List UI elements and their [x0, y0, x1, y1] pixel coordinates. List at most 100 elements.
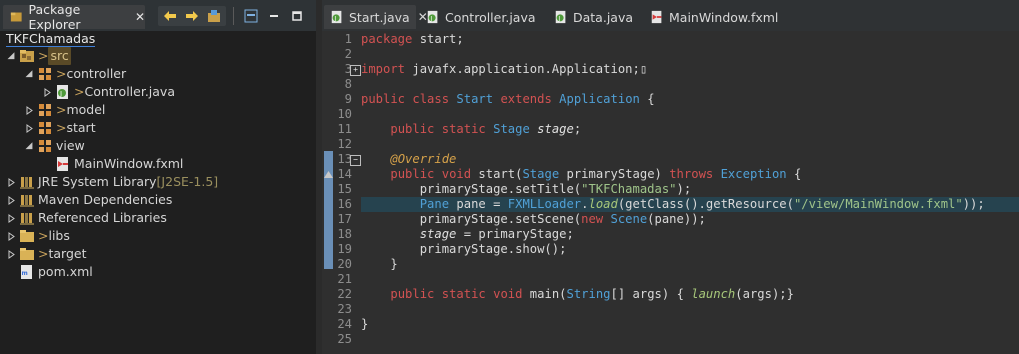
toolbar-separator: [233, 7, 234, 25]
code-line: }: [361, 257, 397, 272]
package-icon: [37, 66, 53, 82]
expand-closed-icon[interactable]: [5, 209, 17, 227]
line-number: 2: [344, 47, 352, 61]
tree-item-label: model: [66, 102, 106, 117]
editor-tab[interactable]: J Start.java ✕: [324, 5, 428, 29]
back-button[interactable]: [160, 6, 180, 26]
editor-tabbar: J Start.java ✕ J Controller.java J Data.java Ma…: [322, 0, 1019, 31]
tree-item[interactable]: ◢ view: [0, 137, 316, 155]
editor-tab[interactable]: J Data.java: [548, 5, 633, 29]
source-folder-icon: [19, 48, 35, 64]
package-icon: [37, 138, 53, 154]
fold-expand-icon[interactable]: +: [350, 65, 361, 76]
collapse-all-icon: [244, 9, 258, 23]
tree-item[interactable]: J > Controller.java: [0, 83, 316, 101]
expand-open-icon[interactable]: ◢: [5, 47, 17, 65]
code-token: primaryStage.setTitle(: [361, 182, 582, 196]
git-dirty-decoration: >: [38, 48, 49, 63]
close-icon[interactable]: ✕: [135, 10, 145, 24]
forward-icon: [186, 11, 198, 21]
line-number: 15: [337, 182, 352, 196]
code-text-area[interactable]: package start; + import javafx.application…: [350, 31, 1019, 354]
line-number: 20: [337, 257, 352, 271]
expand-closed-icon[interactable]: [5, 227, 17, 245]
code-token: Scene: [610, 212, 648, 226]
package-explorer-icon: [10, 12, 22, 22]
code-token: main(: [522, 287, 567, 301]
editor-tab-label: MainWindow.fxml: [669, 9, 779, 25]
line-number: 14: [337, 167, 352, 181]
java-file-icon: J: [55, 84, 71, 100]
code-token: String: [566, 287, 611, 301]
tree-item[interactable]: Referenced Libraries: [0, 209, 316, 227]
code-line: public static void main(String[] args) {…: [361, 287, 794, 302]
line-number: 17: [337, 212, 352, 226]
project-node[interactable]: TKFChamadas: [0, 31, 316, 47]
folder-icon: [19, 246, 35, 262]
tree-item[interactable]: > libs: [0, 227, 316, 245]
git-dirty-decoration: >: [56, 66, 67, 81]
tree-item[interactable]: JRE System Library [J2SE-1.5]: [0, 173, 316, 191]
tree-item-label: src: [48, 47, 71, 65]
maximize-icon: [292, 11, 302, 21]
code-token: javafx.application.Application;: [405, 62, 640, 76]
expand-closed-icon[interactable]: [5, 191, 17, 209]
tab-package-explorer[interactable]: Package Explorer ✕: [3, 2, 145, 32]
code-token: void: [441, 167, 472, 181]
expand-open-icon[interactable]: ◢: [23, 137, 35, 155]
code-token: Exception: [720, 167, 787, 181]
tree-item[interactable]: ◢ > controller: [0, 65, 316, 83]
expand-closed-icon[interactable]: [23, 101, 35, 119]
minimize-button[interactable]: [264, 6, 284, 26]
tree-item-label: target: [48, 246, 87, 261]
code-token: Application: [559, 92, 640, 106]
tree-item[interactable]: > model: [0, 101, 316, 119]
code-token: [] args) {: [610, 287, 692, 301]
svg-text:J: J: [59, 90, 62, 98]
java-file-icon: J: [330, 10, 344, 24]
line-number: 18: [337, 227, 352, 241]
editor-tab[interactable]: J Controller.java: [420, 5, 536, 29]
line-number: 16: [337, 197, 352, 211]
tree-item-label: view: [56, 138, 85, 153]
expand-closed-icon[interactable]: [41, 83, 53, 101]
expand-closed-icon[interactable]: [5, 245, 17, 263]
line-number: 3: [344, 62, 352, 76]
code-token: @Override: [390, 152, 457, 166]
expand-open-icon[interactable]: ◢: [23, 65, 35, 83]
package-explorer-panel: Package Explorer ✕ TKFChamadas ◢ > src ◢…: [0, 0, 316, 354]
tree-item[interactable]: > start: [0, 119, 316, 137]
link-with-editor-button[interactable]: [204, 6, 224, 26]
tree-item[interactable]: Maven Dependencies: [0, 191, 316, 209]
code-line: package start;: [361, 32, 464, 47]
forward-button[interactable]: [182, 6, 202, 26]
code-token: start;: [412, 32, 464, 46]
tree-item[interactable]: m pom.xml: [0, 263, 316, 281]
svg-text:m: m: [22, 270, 28, 277]
code-token: primaryStage): [559, 167, 670, 181]
tree-item[interactable]: > target: [0, 245, 316, 263]
code-token: static: [441, 287, 486, 301]
code-token: (args);}: [735, 287, 794, 301]
fold-collapse-icon[interactable]: −: [350, 155, 361, 166]
maximize-button[interactable]: [287, 6, 307, 26]
code-token: public: [390, 122, 435, 136]
code-line: primaryStage.show();: [361, 242, 567, 257]
code-editor[interactable]: 1 2 3 8 9 10 11 12 13 14 15 16 17 18 19 20 21 22 23 24 25 pa…: [322, 31, 1019, 354]
library-icon: [19, 174, 35, 190]
tree-item[interactable]: ◢ > src: [0, 47, 316, 65]
git-dirty-decoration: >: [74, 84, 85, 99]
java-file-icon: J: [426, 10, 440, 24]
collapse-all-button[interactable]: [241, 6, 261, 26]
tree-item[interactable]: MainWindow.fxml: [0, 155, 316, 173]
code-line: primaryStage.setTitle("TKFChamadas");: [361, 182, 692, 197]
expand-closed-icon[interactable]: [5, 173, 17, 191]
editor-tab[interactable]: MainWindow.fxml: [644, 5, 778, 29]
code-token: public: [390, 287, 435, 301]
expand-closed-icon[interactable]: [23, 119, 35, 137]
code-line: Pane pane = FXMLLoader.load(getClass().g…: [361, 197, 985, 212]
